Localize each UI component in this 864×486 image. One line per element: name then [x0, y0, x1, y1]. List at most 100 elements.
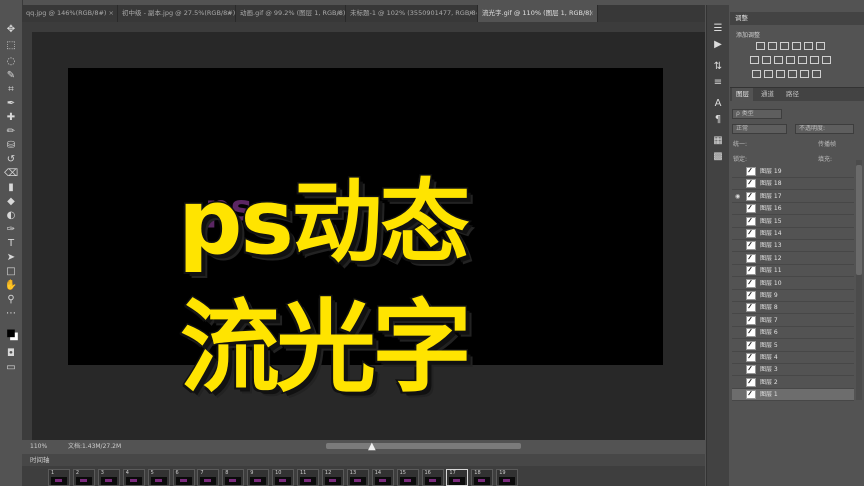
timeline-frame[interactable]: 9	[247, 469, 270, 486]
layer-row[interactable]: 图层 12	[732, 253, 854, 265]
brush-icon[interactable]: ✏	[4, 126, 18, 138]
layer-row[interactable]: 图层 8	[732, 302, 854, 315]
paragraph-panel-icon[interactable]: ¶	[712, 114, 724, 126]
adjustment-icon[interactable]	[798, 56, 807, 64]
propagate-frames-label[interactable]: 传播帧	[818, 139, 836, 148]
adjustment-icon[interactable]	[764, 70, 773, 78]
type-icon[interactable]: T	[4, 238, 18, 250]
visibility-eye-icon[interactable]	[735, 279, 743, 288]
layer-row[interactable]: 图层 10	[732, 278, 854, 290]
visibility-eye-icon[interactable]	[735, 167, 743, 176]
history-panel-icon[interactable]: ☰	[712, 23, 724, 35]
timeline-frame[interactable]: 16	[421, 469, 444, 486]
path-select-icon[interactable]: ➤	[4, 252, 18, 264]
shape-icon[interactable]: □	[4, 266, 18, 278]
visibility-eye-icon[interactable]	[735, 217, 743, 226]
adjustment-icon[interactable]	[786, 56, 795, 64]
visibility-eye-icon[interactable]: ◉	[735, 192, 743, 201]
adjustment-icon[interactable]	[750, 56, 759, 64]
timeline-frame[interactable]: 6	[172, 469, 195, 486]
adjustment-icon[interactable]	[762, 56, 771, 64]
layer-row[interactable]: 图层 3	[732, 364, 854, 377]
character-panel-icon[interactable]: A	[712, 98, 724, 110]
quickmask-icon[interactable]: ◘	[4, 348, 18, 360]
timeline-frame[interactable]: 15	[396, 469, 419, 486]
timeline-frame[interactable]: 2	[72, 469, 95, 486]
pen-icon[interactable]: ✑	[4, 224, 18, 236]
layer-row[interactable]: 图层 2	[732, 377, 854, 389]
document-tab[interactable]: 动画.gif @ 99.2% (图层 1, RGB/8) ×	[236, 5, 346, 22]
layer-row[interactable]: 图层 11	[732, 265, 854, 278]
move-icon[interactable]: ✥	[4, 24, 18, 36]
timeline-frame[interactable]: 18	[471, 469, 494, 486]
close-tab-icon[interactable]: ×	[589, 5, 594, 22]
timeline-frame[interactable]: 12	[321, 469, 344, 486]
layer-row[interactable]: 图层 14	[732, 228, 854, 240]
visibility-eye-icon[interactable]	[735, 241, 743, 250]
timeline-frame[interactable]: 3	[97, 469, 120, 486]
styles-panel-icon[interactable]: ▩	[712, 151, 724, 163]
layer-row[interactable]: 图层 19	[732, 166, 854, 178]
timeline-frame[interactable]: 1	[48, 469, 70, 486]
zoom-icon[interactable]: ⚲	[4, 294, 18, 306]
healing-icon[interactable]: ✚	[4, 112, 18, 124]
adjustment-icon[interactable]	[774, 56, 783, 64]
adjustment-icon[interactable]	[756, 42, 765, 50]
visibility-eye-icon[interactable]	[735, 353, 743, 362]
timeline-frame[interactable]: 10	[272, 469, 295, 486]
visibility-eye-icon[interactable]	[735, 378, 743, 387]
opacity-field[interactable]: 不透明度:	[795, 124, 854, 134]
layer-row[interactable]: 图层 16	[732, 203, 854, 216]
visibility-eye-icon[interactable]	[735, 328, 743, 337]
document-tab[interactable]: 未标题-1 @ 102% (3550901477, RGB/8#) ×	[346, 5, 478, 22]
quick-select-icon[interactable]: ✎	[4, 70, 18, 82]
timeline-frame[interactable]: 11	[297, 469, 319, 486]
visibility-eye-icon[interactable]	[735, 204, 743, 213]
close-tab-icon[interactable]: ×	[109, 5, 114, 22]
adjustment-icon[interactable]	[816, 42, 825, 50]
crop-icon[interactable]: ⌗	[4, 84, 18, 96]
adjustment-icon[interactable]	[788, 70, 797, 78]
adjustment-icon[interactable]	[752, 70, 761, 78]
layer-row[interactable]: ◉ 图层 17	[732, 191, 854, 203]
adjustment-icon[interactable]	[768, 42, 777, 50]
close-tab-icon[interactable]: ×	[469, 5, 474, 22]
adjustment-icon[interactable]	[810, 56, 819, 64]
adjustment-icon[interactable]	[800, 70, 809, 78]
timeline-frame[interactable]: 7	[197, 469, 220, 486]
screen-mode-icon[interactable]: ▭	[4, 362, 18, 374]
layers-tab[interactable]: 通道	[757, 88, 778, 101]
adjustment-icon[interactable]	[812, 70, 821, 78]
layer-row[interactable]: 图层 13	[732, 240, 854, 253]
dodge-icon[interactable]: ◐	[4, 210, 18, 222]
visibility-eye-icon[interactable]	[735, 316, 743, 325]
visibility-eye-icon[interactable]	[735, 303, 743, 312]
layer-filter-select[interactable]: ρ 类型	[732, 109, 782, 119]
more-icon[interactable]: ⋯	[4, 308, 18, 320]
close-tab-icon[interactable]: ×	[337, 5, 342, 22]
layer-row[interactable]: 图层 1	[732, 389, 854, 402]
adjustment-icon[interactable]	[776, 70, 785, 78]
visibility-eye-icon[interactable]	[735, 365, 743, 374]
timeline-frame[interactable]: 14	[371, 469, 394, 486]
eyedropper-icon[interactable]: ✒	[4, 98, 18, 110]
adjustment-icon[interactable]	[822, 56, 831, 64]
horizontal-scrollbar[interactable]	[326, 443, 521, 449]
adjustment-icon[interactable]	[780, 42, 789, 50]
gradient-icon[interactable]: ▮	[4, 182, 18, 194]
eraser-icon[interactable]: ⌫	[4, 168, 18, 180]
timeline-frame[interactable]: 4	[122, 469, 145, 486]
timeline-frame[interactable]: 5	[147, 469, 170, 486]
properties-panel-icon[interactable]: ⇅	[712, 61, 724, 73]
layers-tab[interactable]: 图层	[732, 88, 753, 101]
document-tab[interactable]: qq.jpg @ 146%(RGB/8#) ×	[22, 5, 118, 22]
visibility-eye-icon[interactable]	[735, 179, 743, 188]
visibility-eye-icon[interactable]	[735, 254, 743, 263]
actions-panel-icon[interactable]: ▶	[712, 39, 724, 51]
color-swatch-icon[interactable]: ■	[4, 328, 18, 340]
marquee-icon[interactable]: ⬚	[4, 40, 18, 52]
layers-tab[interactable]: 路径	[782, 88, 803, 101]
document-tab[interactable]: 流光字.gif @ 110% (图层 1, RGB/8) ×	[478, 5, 598, 22]
layer-row[interactable]: 图层 18	[732, 178, 854, 191]
hand-icon[interactable]: ✋	[4, 280, 18, 292]
